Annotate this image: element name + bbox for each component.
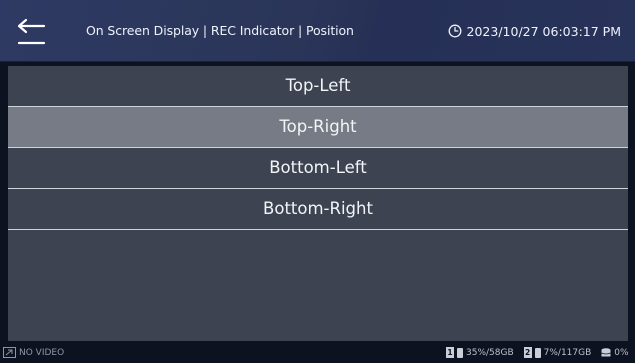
storage-status: 1 35%/58GB 2 7%/117GB 0%: [446, 347, 629, 358]
menu-item-top-left[interactable]: Top-Left: [8, 66, 628, 106]
back-button[interactable]: [14, 17, 48, 47]
disk-icon: [534, 347, 541, 358]
clock-icon: [448, 24, 461, 38]
disk-icon: [457, 347, 463, 358]
drive-usage: 35%/58GB: [466, 347, 514, 358]
menu-item-bottom-right[interactable]: Bottom-Right: [8, 189, 628, 229]
position-menu: Top-Left Top-Right Bottom-Left Bottom-Ri…: [8, 66, 628, 341]
page-title: On Screen Display | REC Indicator | Posi…: [86, 23, 354, 38]
back-icon: [17, 18, 46, 45]
drive-index: 1: [446, 347, 454, 358]
menu-divider: [8, 229, 628, 230]
status-bar: NO VIDEO 1 35%/58GB 2 7%/117GB 0%: [0, 344, 635, 363]
drive-index: 2: [523, 347, 532, 358]
database-icon: [601, 347, 611, 356]
menu-item-bottom-left[interactable]: Bottom-Left: [8, 148, 628, 188]
datetime-label: 2023/10/27 06:03:17 PM: [466, 23, 621, 39]
video-input-icon: [3, 347, 16, 358]
menu-item-top-right[interactable]: Top-Right: [8, 107, 628, 147]
video-status-label: NO VIDEO: [19, 347, 65, 358]
drive-usage: 7%/117GB: [543, 347, 592, 358]
clock: 2023/10/27 06:03:17 PM: [448, 0, 621, 62]
video-status: NO VIDEO: [3, 347, 64, 358]
storage-usage: 0%: [614, 347, 629, 358]
header-bar: On Screen Display | REC Indicator | Posi…: [0, 0, 635, 62]
